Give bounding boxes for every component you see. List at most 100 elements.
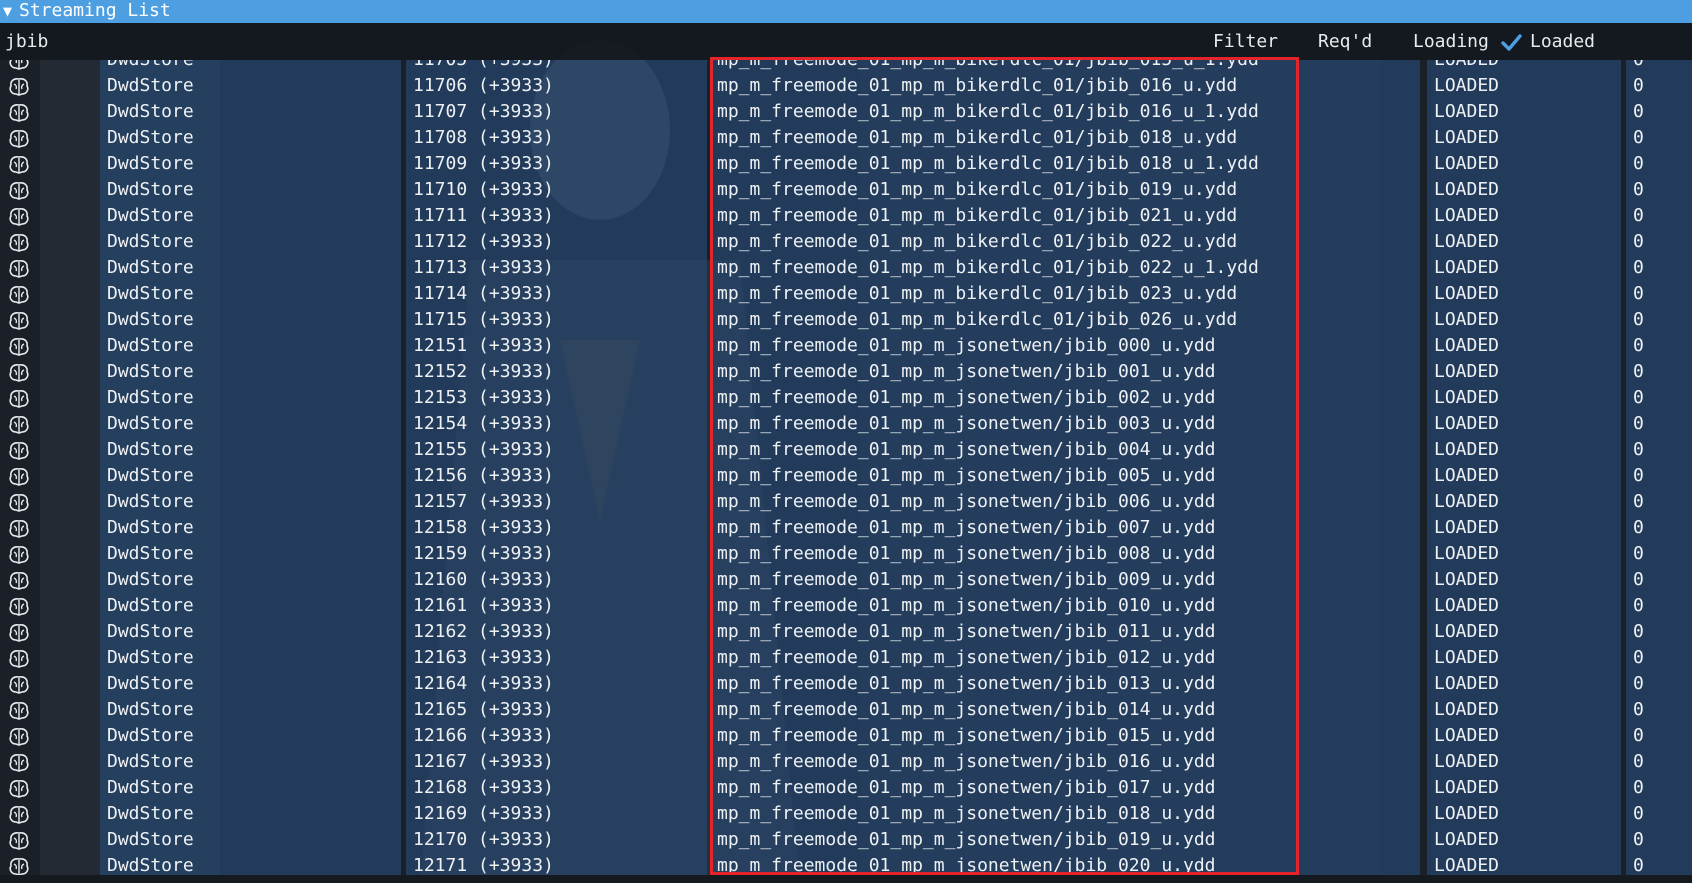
row-type: DwdStore xyxy=(107,829,194,850)
brain-icon xyxy=(9,546,29,564)
table-row[interactable]: DwdStore 12169 (+3933) mp_m_freemode_01_mp… xyxy=(0,801,1692,827)
row-type: DwdStore xyxy=(107,517,194,538)
row-state: LOADED xyxy=(1434,335,1500,356)
row-type: DwdStore xyxy=(107,335,194,356)
row-index: 11709 (+3933) xyxy=(413,153,554,174)
table-row[interactable]: DwdStore 11713 (+3933) mp_m_freemode_01_mp… xyxy=(0,255,1692,281)
row-name: mp_m_freemode_01_mp_m_jsonetwen/jbib_006… xyxy=(717,491,1216,512)
table-row[interactable]: DwdStore 12165 (+3933) mp_m_freemode_01_mp… xyxy=(0,697,1692,723)
row-state: LOADED xyxy=(1434,387,1500,408)
row-state: LOADED xyxy=(1434,309,1500,330)
brain-icon xyxy=(9,598,29,616)
table-row[interactable]: DwdStore 12170 (+3933) mp_m_freemode_01_mp… xyxy=(0,827,1692,853)
reqd-toggle[interactable]: Req'd xyxy=(1318,32,1372,52)
table-row[interactable]: DwdStore 11715 (+3933) mp_m_freemode_01_mp… xyxy=(0,307,1692,333)
row-state: LOADED xyxy=(1434,283,1500,304)
loaded-toggle[interactable]: Loaded xyxy=(1530,32,1595,52)
table-row[interactable]: DwdStore 11707 (+3933) mp_m_freemode_01_mp… xyxy=(0,99,1692,125)
row-state: LOADED xyxy=(1434,60,1499,73)
table-row[interactable]: DwdStore 12163 (+3933) mp_m_freemode_01_mp… xyxy=(0,645,1692,671)
row-name: mp_m_freemode_01_mp_m_jsonetwen/jbib_013… xyxy=(717,673,1216,694)
table-row[interactable]: DwdStore 12151 (+3933) mp_m_freemode_01_mp… xyxy=(0,333,1692,359)
row-index: 11712 (+3933) xyxy=(413,231,554,252)
brain-icon xyxy=(9,286,29,304)
loading-toggle[interactable]: Loading xyxy=(1413,32,1489,52)
table-row[interactable]: DwdStore 12162 (+3933) mp_m_freemode_01_mp… xyxy=(0,619,1692,645)
row-type: DwdStore xyxy=(107,231,194,252)
row-type: DwdStore xyxy=(107,205,194,226)
brain-icon xyxy=(9,234,29,252)
row-refs: 0 xyxy=(1633,439,1644,460)
brain-icon xyxy=(9,702,29,720)
table-row[interactable]: DwdStore 11709 (+3933) mp_m_freemode_01_mp… xyxy=(0,151,1692,177)
window-title: Streaming List xyxy=(19,0,171,21)
table-row[interactable]: DwdStore 12166 (+3933) mp_m_freemode_01_mp… xyxy=(0,723,1692,749)
row-index: 12164 (+3933) xyxy=(413,673,554,694)
table-row-partial[interactable]: DwdStore 11705 (+3933) mp_m_freemode_01_… xyxy=(0,60,1692,73)
row-name: mp_m_freemode_01_mp_m_bikerdlc_01/jbib_0… xyxy=(717,75,1238,96)
table-row[interactable]: DwdStore 12167 (+3933) mp_m_freemode_01_mp… xyxy=(0,749,1692,775)
row-state: LOADED xyxy=(1434,257,1500,278)
row-index: 12159 (+3933) xyxy=(413,543,554,564)
row-refs: 0 xyxy=(1633,491,1644,512)
row-index: 11708 (+3933) xyxy=(413,127,554,148)
row-name: mp_m_freemode_01_mp_m_jsonetwen/jbib_001… xyxy=(717,361,1216,382)
row-name: mp_m_freemode_01_mp_m_jsonetwen/jbib_010… xyxy=(717,595,1216,616)
table-row[interactable]: DwdStore 12164 (+3933) mp_m_freemode_01_mp… xyxy=(0,671,1692,697)
table-row[interactable]: DwdStore 12153 (+3933) mp_m_freemode_01_mp… xyxy=(0,385,1692,411)
row-type: DwdStore xyxy=(107,543,194,564)
row-state: LOADED xyxy=(1434,621,1500,642)
table-row[interactable]: DwdStore 12155 (+3933) mp_m_freemode_01_mp… xyxy=(0,437,1692,463)
window-title-bar[interactable]: ▼ Streaming List xyxy=(0,0,1692,23)
row-index: 11706 (+3933) xyxy=(413,75,554,96)
row-name: mp_m_freemode_01_mp_m_bikerdlc_01/jbib_0… xyxy=(717,283,1238,304)
row-refs: 0 xyxy=(1633,803,1644,824)
filter-button[interactable]: Filter xyxy=(1213,32,1278,52)
row-state: LOADED xyxy=(1434,439,1500,460)
brain-icon xyxy=(9,780,29,798)
brain-icon xyxy=(9,130,29,148)
brain-icon xyxy=(9,728,29,746)
table-row[interactable]: DwdStore 12161 (+3933) mp_m_freemode_01_mp… xyxy=(0,593,1692,619)
row-name: mp_m_freemode_01_mp_m_bikerdlc_01/jbib_0… xyxy=(717,309,1238,330)
row-index: 12152 (+3933) xyxy=(413,361,554,382)
row-state: LOADED xyxy=(1434,205,1500,226)
table-row[interactable]: DwdStore 12159 (+3933) mp_m_freemode_01_mp… xyxy=(0,541,1692,567)
row-index: 12170 (+3933) xyxy=(413,829,554,850)
table-row[interactable]: DwdStore 11710 (+3933) mp_m_freemode_01_mp… xyxy=(0,177,1692,203)
table-row[interactable]: DwdStore 11711 (+3933) mp_m_freemode_01_mp… xyxy=(0,203,1692,229)
row-refs: 0 xyxy=(1633,699,1644,720)
brain-icon xyxy=(9,364,29,382)
table-row[interactable]: DwdStore 12158 (+3933) mp_m_freemode_01_mp… xyxy=(0,515,1692,541)
row-refs: 0 xyxy=(1633,725,1644,746)
table-row[interactable]: DwdStore 12152 (+3933) mp_m_freemode_01_mp… xyxy=(0,359,1692,385)
row-refs: 0 xyxy=(1633,777,1644,798)
row-state: LOADED xyxy=(1434,491,1500,512)
brain-icon xyxy=(9,104,29,122)
triangle-down-icon[interactable]: ▼ xyxy=(3,0,19,22)
table-row[interactable]: DwdStore 11706 (+3933) mp_m_freemode_01_mp… xyxy=(0,73,1692,99)
table-row[interactable]: DwdStore 11714 (+3933) mp_m_freemode_01_mp… xyxy=(0,281,1692,307)
row-name: mp_m_freemode_01_mp_m_jsonetwen/jbib_017… xyxy=(717,777,1216,798)
row-state: LOADED xyxy=(1434,647,1500,668)
row-name: mp_m_freemode_01_mp_m_jsonetwen/jbib_009… xyxy=(717,569,1216,590)
row-refs: 0 xyxy=(1633,309,1644,330)
table-row[interactable]: DwdStore 11712 (+3933) mp_m_freemode_01_mp… xyxy=(0,229,1692,255)
table-row[interactable]: DwdStore 12168 (+3933) mp_m_freemode_01_mp… xyxy=(0,775,1692,801)
table-row[interactable]: DwdStore 12156 (+3933) mp_m_freemode_01_mp… xyxy=(0,463,1692,489)
row-index: 12155 (+3933) xyxy=(413,439,554,460)
table-row[interactable]: DwdStore 12154 (+3933) mp_m_freemode_01_mp… xyxy=(0,411,1692,437)
row-refs: 0 xyxy=(1633,465,1644,486)
streaming-list[interactable]: DwdStore 11705 (+3933) mp_m_freemode_01_… xyxy=(0,60,1692,883)
table-row[interactable]: DwdStore 12160 (+3933) mp_m_freemode_01_mp… xyxy=(0,567,1692,593)
row-name: mp_m_freemode_01_mp_m_jsonetwen/jbib_011… xyxy=(717,621,1216,642)
row-refs: 0 xyxy=(1633,595,1644,616)
row-state: LOADED xyxy=(1434,153,1500,174)
checkmark-icon[interactable] xyxy=(1500,33,1522,53)
table-row[interactable]: DwdStore 11708 (+3933) mp_m_freemode_01_mp… xyxy=(0,125,1692,151)
row-refs: 0 xyxy=(1633,153,1644,174)
search-input[interactable]: jbib xyxy=(5,32,48,52)
table-row[interactable]: DwdStore 12157 (+3933) mp_m_freemode_01_mp… xyxy=(0,489,1692,515)
row-index: 11705 (+3933) xyxy=(413,60,554,73)
row-type: DwdStore xyxy=(107,75,194,96)
